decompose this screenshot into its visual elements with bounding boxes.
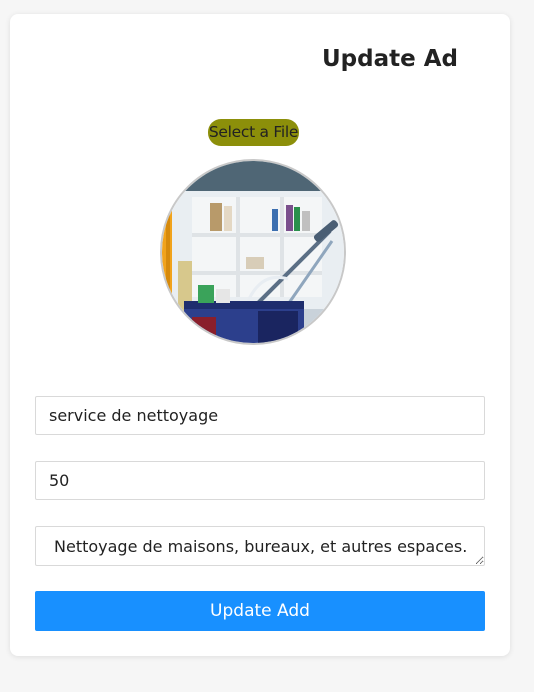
ad-name-input[interactable] xyxy=(35,396,485,435)
ad-description-textarea[interactable]: Nettoyage de maisons, bureaux, et autres… xyxy=(35,526,485,566)
select-file-button[interactable]: Select a File xyxy=(208,119,299,146)
ad-price-input[interactable] xyxy=(35,461,485,500)
update-ad-button[interactable]: Update Add xyxy=(35,591,485,631)
update-ad-card: Update Ad Select a File service de netto… xyxy=(10,14,510,656)
page-title: Update Ad xyxy=(322,46,458,72)
cleaning-cart-image xyxy=(162,161,344,343)
ad-image-preview xyxy=(160,159,346,345)
